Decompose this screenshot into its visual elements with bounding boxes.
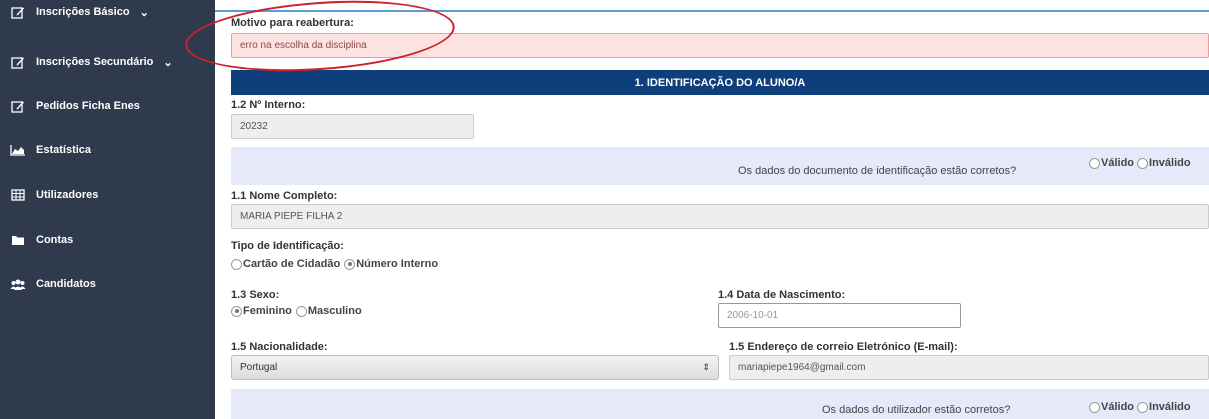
sex-radio-female[interactable] — [231, 305, 242, 317]
valid-label: Válido — [1101, 401, 1135, 413]
select-arrows-icon: ⇕ — [702, 362, 710, 372]
full-name-label: 1.1 Nome Completo: — [231, 190, 338, 202]
section-title-bar: 1. IDENTIFICAÇÃO DO ALUNO/A — [231, 70, 1209, 95]
edit-icon — [10, 99, 26, 113]
sidebar-item-label: Contas — [36, 234, 74, 246]
reopen-reason-label: Motivo para reabertura: — [231, 17, 354, 29]
sidebar-item-label: Candidatos — [36, 278, 96, 290]
sex-label: 1.3 Sexo: — [231, 289, 280, 301]
users-icon — [10, 277, 26, 291]
nationality-value: Portugal — [240, 362, 278, 373]
internal-number-field[interactable]: 20232 — [231, 114, 474, 139]
email-field[interactable]: mariapiepe1964@gmail.com — [729, 355, 1209, 380]
document-validity-radios: Válido Inválido — [1089, 157, 1191, 169]
nationality-label: 1.5 Nacionalidade: — [231, 341, 328, 353]
user-validity-radios: Válido Inválido — [1089, 401, 1191, 413]
sidebar-item-label: Estatística — [36, 144, 92, 156]
birth-date-label: 1.4 Data de Nascimento: — [718, 289, 846, 301]
sidebar: Inscrições Básico ⌄ Inscrições Secundári… — [0, 0, 215, 419]
chevron-down-icon: ⌄ — [163, 56, 173, 69]
invalid-label: Inválido — [1149, 401, 1191, 413]
chevron-down-icon: ⌄ — [139, 6, 149, 19]
sidebar-item-contas[interactable]: Contas — [0, 220, 215, 260]
id-type-radio-internal[interactable] — [344, 258, 356, 270]
invalid-radio[interactable] — [1137, 401, 1149, 413]
full-name-field[interactable]: MARIA PIEPE FILHA 2 — [231, 204, 1209, 229]
sidebar-item-label: Utilizadores — [36, 189, 99, 201]
sex-option-label: Masculino — [307, 305, 362, 317]
valid-label: Válido — [1101, 157, 1135, 169]
internal-number-label: 1.2 Nº Interno: — [231, 99, 306, 111]
edit-icon — [10, 5, 26, 19]
document-validation-panel: Os dados do documento de identificação e… — [231, 147, 1209, 185]
invalid-label: Inválido — [1149, 157, 1191, 169]
user-question: Os dados do utilizador estão corretos? — [822, 404, 1011, 416]
sidebar-item-inscricoes-basico[interactable]: Inscrições Básico ⌄ — [0, 0, 215, 32]
table-icon — [10, 188, 26, 202]
sex-option-label: Feminino — [243, 305, 292, 317]
birth-date-field[interactable]: 2006-10-01 — [718, 303, 961, 328]
edit-icon — [10, 55, 26, 69]
id-type-radio-cc[interactable] — [231, 258, 242, 270]
sex-radio-male[interactable] — [295, 305, 307, 317]
nationality-select[interactable]: Portugal ⇕ — [231, 355, 719, 380]
email-label: 1.5 Endereço de correio Eletrónico (E-ma… — [729, 341, 958, 353]
sidebar-item-candidatos[interactable]: Candidatos — [0, 264, 215, 304]
reopen-reason-field[interactable]: erro na escolha da disciplina — [231, 33, 1209, 58]
sidebar-item-label: Inscrições Secundário — [36, 56, 154, 68]
folder-icon — [10, 233, 26, 247]
main-form: Motivo para reabertura: erro na escolha … — [215, 0, 1209, 419]
sidebar-item-label: Pedidos Ficha Enes — [36, 100, 140, 112]
id-type-option-label: Cartão de Cidadão — [243, 258, 341, 270]
invalid-radio[interactable] — [1137, 157, 1149, 169]
id-type-option-label: Número Interno — [356, 258, 439, 270]
valid-radio[interactable] — [1089, 157, 1100, 169]
sidebar-item-inscricoes-secundario[interactable]: Inscrições Secundário ⌄ — [0, 42, 215, 82]
area-chart-icon — [10, 143, 26, 157]
sidebar-item-label: Inscrições Básico — [36, 6, 130, 18]
user-validation-panel: Os dados do utilizador estão corretos? V… — [231, 389, 1209, 419]
sidebar-item-utilizadores[interactable]: Utilizadores — [0, 175, 215, 215]
sidebar-item-estatistica[interactable]: Estatística — [0, 130, 215, 170]
sex-radios: Feminino Masculino — [231, 305, 362, 317]
id-type-radios: Cartão de Cidadão Número Interno — [231, 258, 438, 270]
document-question: Os dados do documento de identificação e… — [738, 165, 1017, 177]
sidebar-item-pedidos-ficha-enes[interactable]: Pedidos Ficha Enes — [0, 86, 215, 126]
id-type-label: Tipo de Identificação: — [231, 240, 344, 252]
valid-radio[interactable] — [1089, 401, 1100, 413]
